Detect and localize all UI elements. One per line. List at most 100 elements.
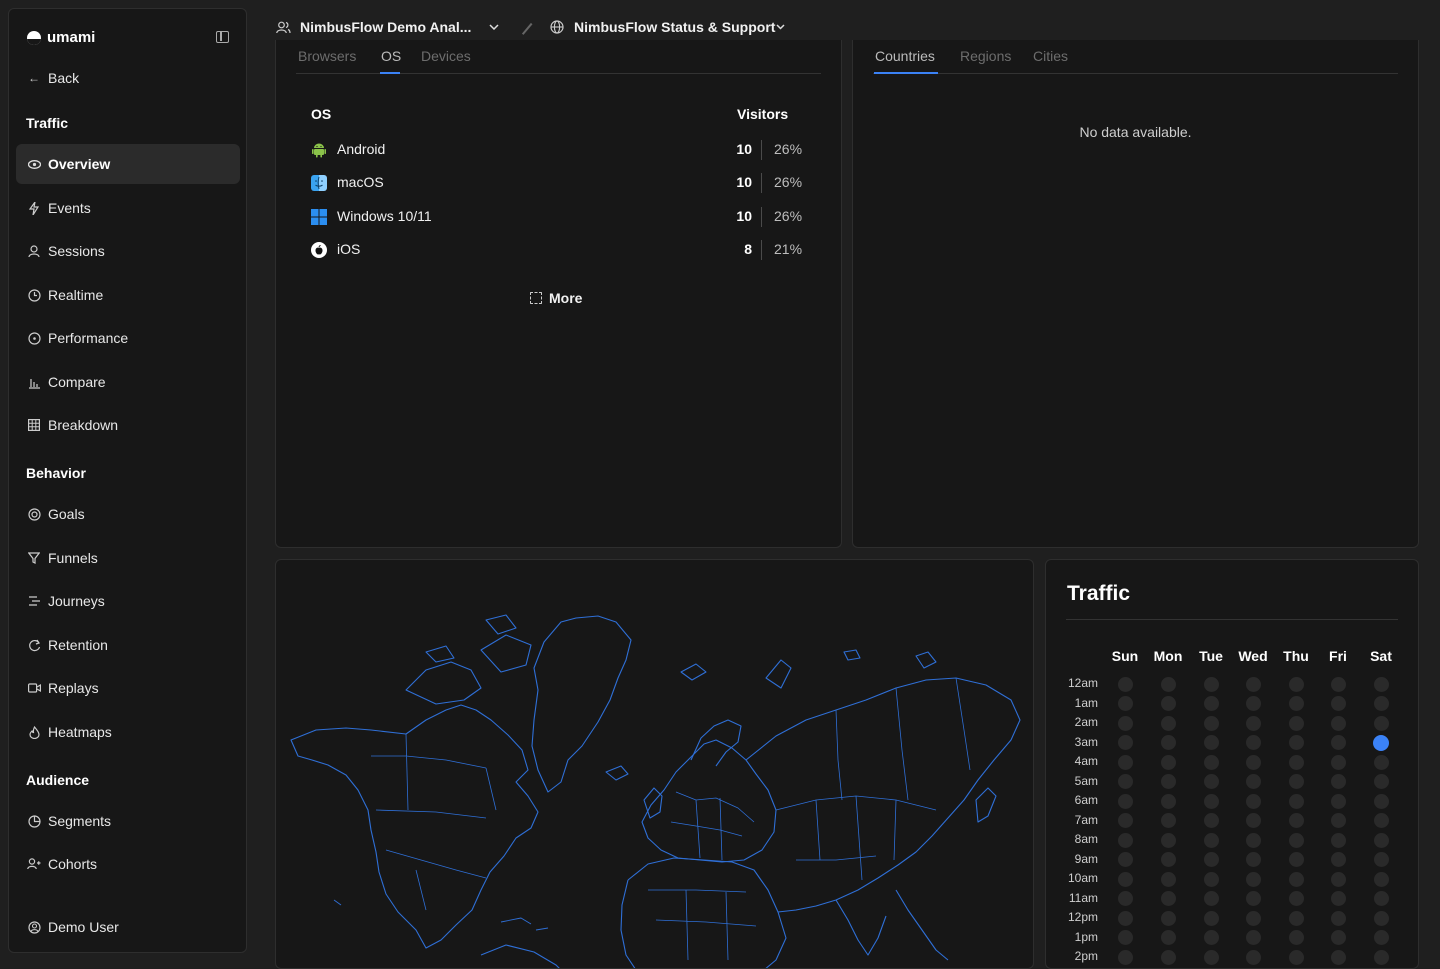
heatmap-cell[interactable] — [1330, 754, 1346, 770]
heatmap-cell[interactable] — [1288, 949, 1304, 965]
heatmap-cell[interactable] — [1160, 696, 1176, 711]
heatmap-cell[interactable] — [1160, 930, 1176, 945]
heatmap-cell[interactable] — [1160, 715, 1176, 731]
heatmap-cell[interactable] — [1160, 793, 1176, 809]
heatmap-cell[interactable] — [1160, 910, 1176, 926]
heatmap-cell[interactable] — [1117, 735, 1133, 750]
heatmap-cell[interactable] — [1330, 871, 1346, 887]
heatmap-cell[interactable] — [1117, 813, 1133, 828]
table-row[interactable]: iOS 8 21% — [311, 240, 806, 260]
sidebar-item-performance[interactable]: Performance — [16, 318, 240, 358]
heatmap-cell[interactable] — [1330, 696, 1346, 711]
heatmap-cell[interactable] — [1117, 774, 1133, 789]
heatmap-cell[interactable] — [1245, 696, 1261, 711]
heatmap-cell[interactable] — [1373, 696, 1389, 711]
heatmap-cell[interactable] — [1330, 715, 1346, 731]
heatmap-cell[interactable] — [1117, 715, 1133, 731]
heatmap-cell[interactable] — [1288, 910, 1304, 926]
user-menu[interactable]: Demo User — [16, 907, 240, 947]
heatmap-cell[interactable] — [1245, 676, 1261, 692]
heatmap-cell[interactable] — [1330, 676, 1346, 692]
heatmap-cell[interactable] — [1330, 949, 1346, 965]
heatmap-cell[interactable] — [1160, 852, 1176, 867]
back-link[interactable]: ← Back — [16, 58, 240, 98]
heatmap-cell[interactable] — [1117, 949, 1133, 965]
heatmap-cell[interactable] — [1245, 930, 1261, 945]
heatmap-cell[interactable] — [1117, 832, 1133, 848]
heatmap-cell[interactable] — [1373, 715, 1389, 731]
world-map[interactable] — [276, 560, 1034, 969]
heatmap-cell[interactable] — [1373, 949, 1389, 965]
tab-cities[interactable]: Cities — [1033, 48, 1068, 64]
heatmap-cell[interactable] — [1373, 754, 1389, 770]
heatmap-cell[interactable] — [1203, 832, 1219, 848]
heatmap-cell[interactable] — [1373, 891, 1389, 906]
heatmap-cell[interactable] — [1203, 793, 1219, 809]
heatmap-cell[interactable] — [1330, 930, 1346, 945]
heatmap-cell[interactable] — [1373, 910, 1389, 926]
heatmap-cell[interactable] — [1160, 871, 1176, 887]
heatmap-cell[interactable] — [1245, 735, 1261, 750]
sidebar-item-realtime[interactable]: Realtime — [16, 275, 240, 315]
heatmap-cell[interactable] — [1373, 930, 1389, 945]
heatmap-cell[interactable] — [1373, 793, 1389, 809]
table-row[interactable]: Windows 10/11 10 26% — [311, 207, 806, 227]
heatmap-cell[interactable] — [1203, 891, 1219, 906]
heatmap-cell[interactable] — [1203, 696, 1219, 711]
heatmap-cell[interactable] — [1203, 871, 1219, 887]
heatmap-cell[interactable] — [1330, 832, 1346, 848]
heatmap-cell[interactable] — [1373, 871, 1389, 887]
heatmap-cell[interactable] — [1288, 852, 1304, 867]
tab-browsers[interactable]: Browsers — [298, 48, 356, 64]
sidebar-item-heatmaps[interactable]: Heatmaps — [16, 712, 240, 752]
heatmap-cell[interactable] — [1203, 774, 1219, 789]
heatmap-cell[interactable] — [1117, 852, 1133, 867]
sidebar-item-goals[interactable]: Goals — [16, 494, 240, 534]
sidebar-item-events[interactable]: Events — [16, 188, 240, 228]
sidebar-item-cohorts[interactable]: Cohorts — [16, 844, 240, 884]
heatmap-cell[interactable] — [1288, 813, 1304, 828]
chevron-down-icon[interactable] — [486, 19, 502, 35]
heatmap-cell[interactable] — [1288, 871, 1304, 887]
heatmap-cell[interactable] — [1288, 891, 1304, 906]
heatmap-cell[interactable] — [1373, 774, 1389, 789]
sidebar-item-journeys[interactable]: Journeys — [16, 581, 240, 621]
heatmap-cell[interactable] — [1288, 832, 1304, 848]
tab-countries[interactable]: Countries — [875, 48, 935, 64]
heatmap-cell[interactable] — [1288, 696, 1304, 711]
heatmap-cell[interactable] — [1330, 813, 1346, 828]
heatmap-cell[interactable] — [1203, 813, 1219, 828]
heatmap-cell[interactable] — [1245, 715, 1261, 731]
heatmap-cell[interactable] — [1203, 852, 1219, 867]
heatmap-cell[interactable] — [1117, 910, 1133, 926]
sidebar-item-replays[interactable]: Replays — [16, 668, 240, 708]
heatmap-cell[interactable] — [1203, 930, 1219, 945]
heatmap-cell[interactable] — [1245, 871, 1261, 887]
heatmap-cell[interactable] — [1117, 891, 1133, 906]
sidebar-item-funnels[interactable]: Funnels — [16, 538, 240, 578]
sidebar-item-retention[interactable]: Retention — [16, 625, 240, 665]
more-button[interactable]: More — [530, 290, 582, 306]
website-chevron-down-icon[interactable] — [772, 19, 788, 35]
heatmap-cell[interactable] — [1245, 852, 1261, 867]
tab-devices[interactable]: Devices — [421, 48, 471, 64]
heatmap-cell[interactable] — [1245, 774, 1261, 789]
table-row[interactable]: Android 10 26% — [311, 140, 806, 160]
heatmap-cell[interactable] — [1117, 793, 1133, 809]
heatmap-cell[interactable] — [1288, 930, 1304, 945]
sidebar-item-breakdown[interactable]: Breakdown — [16, 405, 240, 445]
heatmap-cell[interactable] — [1288, 715, 1304, 731]
heatmap-cell[interactable] — [1245, 754, 1261, 770]
heatmap-cell[interactable] — [1288, 735, 1304, 750]
heatmap-cell[interactable] — [1373, 676, 1389, 692]
tab-regions[interactable]: Regions — [960, 48, 1011, 64]
heatmap-cell[interactable] — [1245, 891, 1261, 906]
sidebar-item-overview[interactable]: Overview — [16, 144, 240, 184]
heatmap-cell[interactable] — [1117, 754, 1133, 770]
heatmap-cell[interactable] — [1373, 813, 1389, 828]
heatmap-cell[interactable] — [1117, 871, 1133, 887]
table-row[interactable]: macOS 10 26% — [311, 173, 806, 193]
heatmap-cell[interactable] — [1160, 754, 1176, 770]
heatmap-cell[interactable] — [1330, 774, 1346, 789]
heatmap-cell[interactable] — [1203, 676, 1219, 692]
